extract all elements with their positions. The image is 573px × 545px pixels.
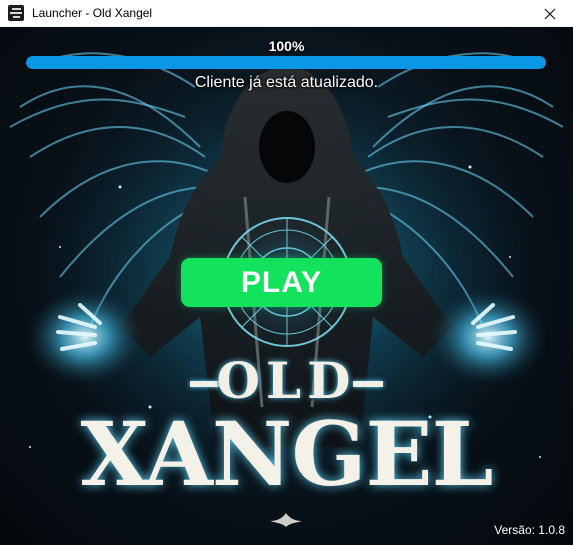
progress-bar xyxy=(26,56,546,69)
app-icon xyxy=(8,5,24,21)
launcher-content: 100% Cliente já está atualizado. PLAY OL… xyxy=(0,27,573,545)
close-icon xyxy=(544,8,556,19)
update-status: Cliente já está atualizado. xyxy=(194,74,379,91)
close-button[interactable] xyxy=(527,0,573,27)
version-label: Versão: 1.0.8 xyxy=(494,523,565,537)
title-bar[interactable]: Launcher - Old Xangel xyxy=(0,0,573,27)
play-button[interactable]: PLAY xyxy=(181,258,382,307)
progress-percent: 100% xyxy=(268,38,305,54)
logo-emblem-icon xyxy=(270,513,302,527)
launcher-window: Launcher - Old Xangel 100% Cliente já es… xyxy=(0,0,573,545)
progress-fill xyxy=(26,56,546,69)
logo-xangel: XANGEL xyxy=(80,402,494,506)
window-title: Launcher - Old Xangel xyxy=(32,6,153,20)
